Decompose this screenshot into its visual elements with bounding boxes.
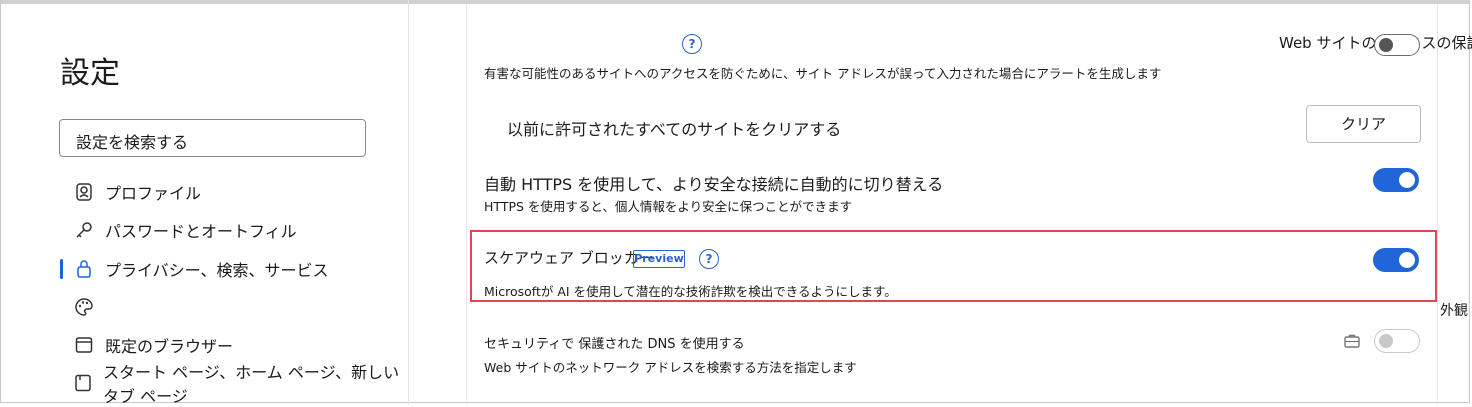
secure-dns-toggle[interactable] <box>1374 329 1420 353</box>
search-input[interactable]: 設定を検索する <box>59 119 366 157</box>
auto-https-toggle[interactable] <box>1373 168 1419 192</box>
sidebar-item-label: パスワードとオートフィル <box>105 222 297 241</box>
sidebar-item-label: スタート ページ、ホーム ページ、新しいタブ ページ <box>103 363 400 406</box>
clear-sites-label: 以前に許可されたすべてのサイトをクリアする <box>507 120 842 139</box>
browser-icon <box>73 334 95 356</box>
profile-icon <box>73 181 95 203</box>
scareware-toggle[interactable] <box>1373 248 1419 272</box>
active-indicator <box>60 259 63 279</box>
auto-https-description: HTTPS を使用すると、個人情報をより安全に保つことができます <box>484 199 853 214</box>
sidebar-item-privacy[interactable]: プライバシー、検索、サービス <box>73 255 329 283</box>
preview-badge: Preview <box>633 250 685 268</box>
sidebar-item-label: プロファイル <box>105 184 202 203</box>
briefcase-icon <box>1343 332 1361 354</box>
sidebar-item-label: プライバシー、検索、サービス <box>105 261 329 280</box>
scareware-description: Microsoftが AI を使用して潜在的な技術詐欺を検出できるようにします。 <box>484 284 897 299</box>
divider <box>466 4 467 404</box>
palette-icon <box>73 296 95 318</box>
start-page-icon <box>73 372 93 394</box>
clear-button[interactable]: クリア <box>1306 105 1421 143</box>
sidebar-item-label: 既定のブラウザー <box>105 337 234 356</box>
auto-https-label: 自動 HTTPS を使用して、より安全な接続に自動的に切り替える <box>484 175 944 194</box>
lock-icon <box>73 258 95 280</box>
sidebar-item-default-browser[interactable]: 既定のブラウザー <box>73 331 233 359</box>
scareware-label: スケアウェア ブロッカー <box>484 249 654 267</box>
settings-sidebar: 設定 設定を検索する プロファイル パスワードとオートフィル プライバシー、検索… <box>0 0 409 406</box>
secure-dns-label: セキュリティで 保護された DNS を使用する <box>484 337 745 352</box>
help-icon[interactable]: ? <box>699 249 719 269</box>
secure-dns-description: Web サイトのネットワーク アドレスを検索する方法を指定します <box>484 360 857 375</box>
page-title: 設定 <box>60 56 120 91</box>
sidebar-item-appearance[interactable] <box>73 293 105 321</box>
help-icon[interactable]: ? <box>682 34 702 54</box>
divider <box>1437 4 1438 404</box>
appearance-side-label: 外観 <box>1440 303 1468 319</box>
key-icon <box>73 219 95 241</box>
typo-protection-toggle[interactable] <box>1374 34 1420 56</box>
typo-protection-description: 有害な可能性のあるサイトへのアクセスを防ぐために、サイト アドレスが誤って入力さ… <box>484 66 1162 81</box>
sidebar-item-passwords[interactable]: パスワードとオートフィル <box>73 216 297 244</box>
sidebar-item-start-page[interactable]: スタート ページ、ホーム ページ、新しいタブ ページ <box>73 363 408 406</box>
sidebar-item-profile[interactable]: プロファイル <box>73 178 201 206</box>
